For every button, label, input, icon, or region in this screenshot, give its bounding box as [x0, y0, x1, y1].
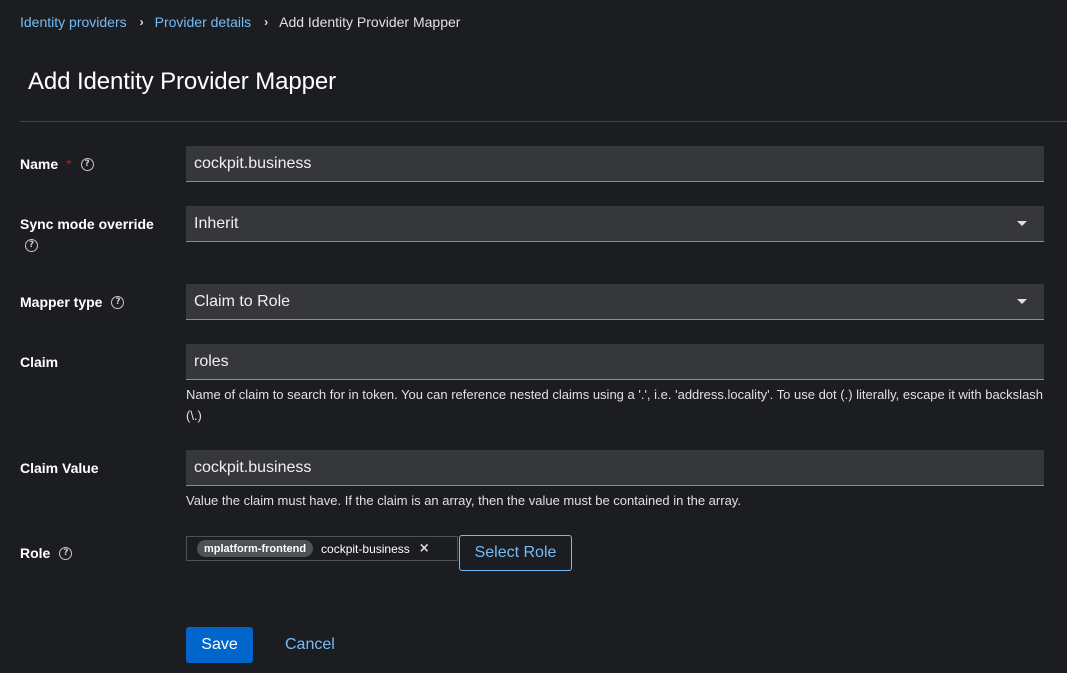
mapper-type-select[interactable]: Claim to Role — [186, 284, 1044, 320]
caret-down-icon — [1017, 221, 1027, 226]
save-button[interactable]: Save — [186, 627, 253, 663]
breadcrumb-current: Add Identity Provider Mapper — [279, 14, 461, 30]
claim-value-label-text: Claim Value — [20, 460, 99, 476]
role-label: Role ? — [20, 545, 73, 561]
required-marker: * — [66, 156, 72, 172]
claim-label: Claim — [20, 354, 58, 370]
name-field[interactable] — [186, 146, 1044, 182]
name-input[interactable] — [194, 154, 1044, 173]
role-chip-label: cockpit-business — [321, 541, 410, 556]
claim-value-field[interactable] — [186, 450, 1044, 486]
sync-mode-value: Inherit — [194, 214, 239, 232]
mapper-type-value: Claim to Role — [194, 292, 291, 310]
caret-down-icon — [1017, 299, 1027, 304]
chevron-right-icon: › — [264, 15, 269, 29]
page-title: Add Identity Provider Mapper — [28, 68, 337, 95]
claim-helper-text: Name of claim to search for in token. Yo… — [186, 387, 1044, 423]
claim-input[interactable] — [194, 352, 1044, 371]
claim-label-text: Claim — [20, 354, 59, 370]
name-label: Name * ? — [20, 156, 94, 172]
close-icon[interactable]: × — [419, 541, 430, 556]
help-icon[interactable]: ? — [25, 239, 38, 252]
claim-value-label: Claim Value — [20, 460, 99, 476]
claim-value-helper-text: Value the claim must have. If the claim … — [186, 493, 741, 508]
role-client-badge: mplatform-frontend — [197, 540, 314, 557]
sync-mode-label-text: Sync mode override — [20, 216, 154, 232]
help-icon[interactable]: ? — [80, 157, 94, 171]
name-label-text: Name — [20, 156, 59, 172]
breadcrumb-identity-providers[interactable]: Identity providers — [20, 14, 127, 30]
breadcrumb: Identity providers › Provider details › … — [20, 13, 460, 31]
breadcrumb-provider-details[interactable]: Provider details — [155, 14, 252, 30]
select-role-button[interactable]: Select Role — [459, 535, 572, 571]
claim-field[interactable] — [186, 344, 1044, 380]
sync-mode-select[interactable]: Inherit — [186, 206, 1044, 242]
claim-value-input[interactable] — [194, 458, 1044, 477]
help-icon[interactable]: ? — [59, 546, 73, 560]
role-chip: mplatform-frontend cockpit-business × — [186, 536, 458, 561]
mapper-type-label-text: Mapper type — [20, 294, 103, 310]
help-icon[interactable]: ? — [111, 295, 125, 309]
role-label-text: Role — [20, 545, 51, 561]
divider — [20, 121, 1067, 122]
sync-mode-label: Sync mode override ? — [20, 216, 154, 252]
chevron-right-icon: › — [139, 15, 144, 29]
cancel-button[interactable]: Cancel — [285, 627, 335, 663]
mapper-type-label: Mapper type ? — [20, 294, 125, 310]
